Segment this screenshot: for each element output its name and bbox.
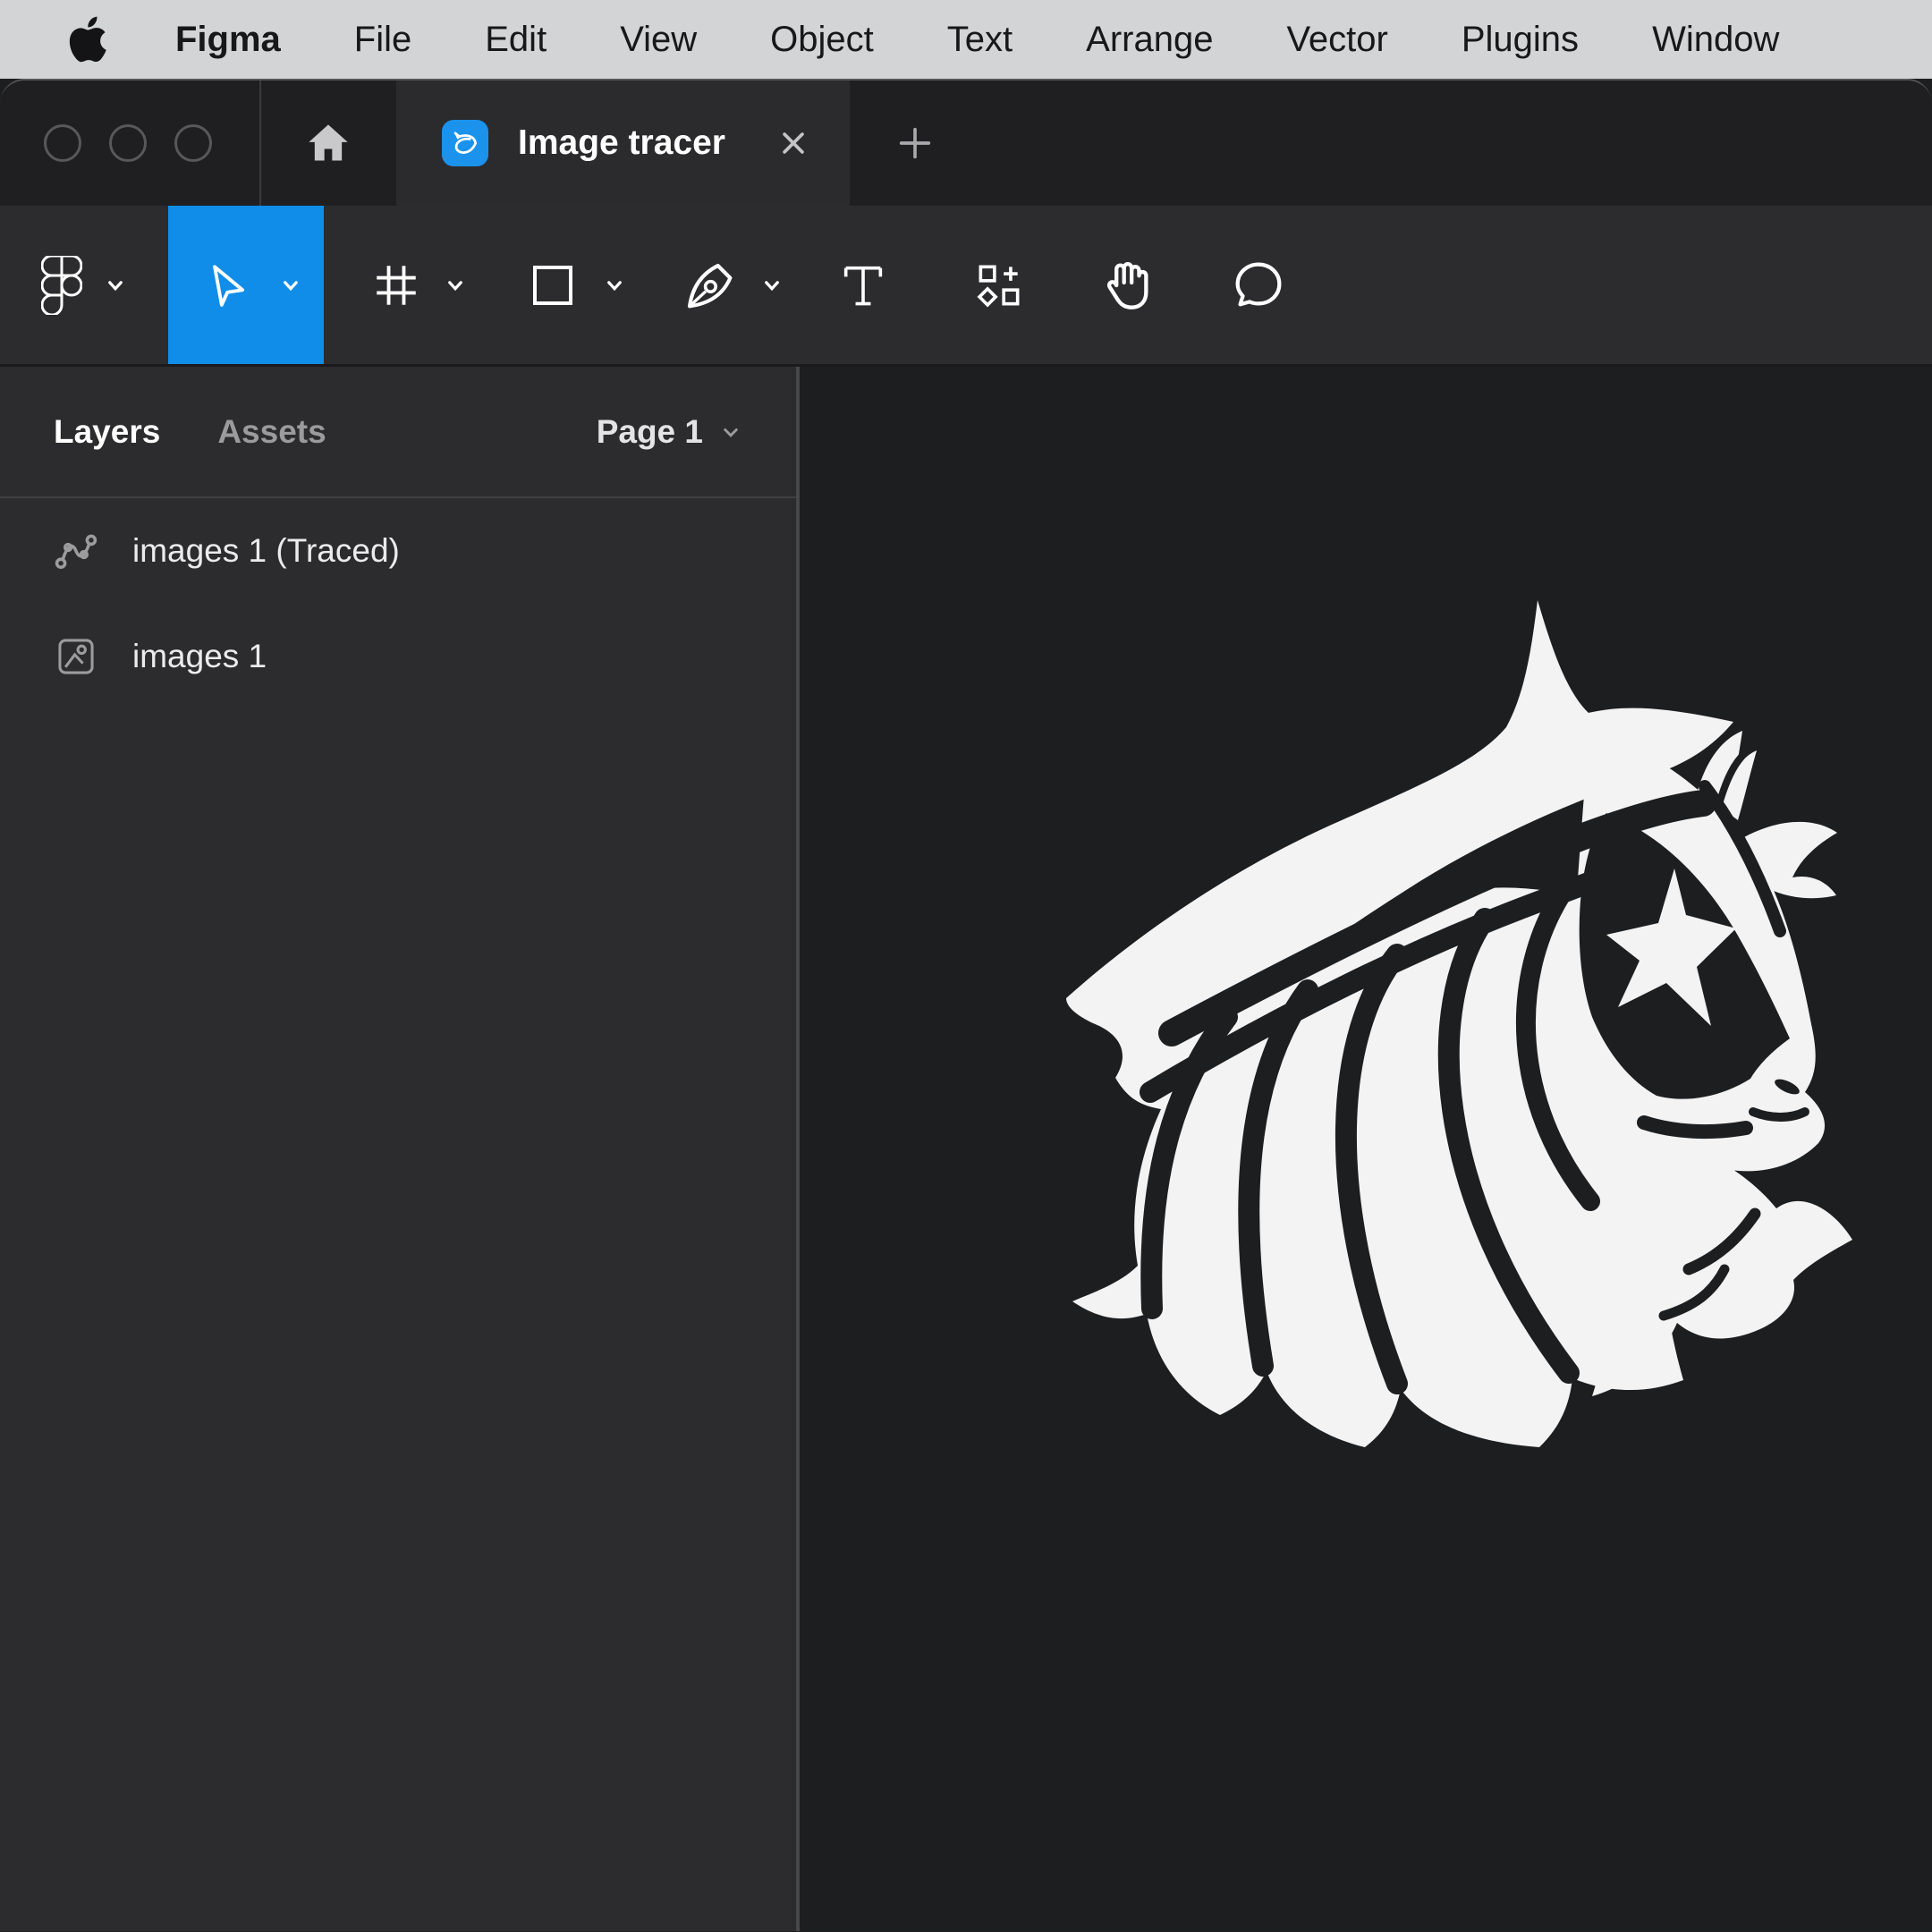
new-tab-button[interactable] <box>887 80 943 206</box>
macos-menubar: Figma File Edit View Object Text Arrange… <box>0 0 1932 79</box>
chevron-down-icon <box>717 419 744 445</box>
main-menu-button[interactable] <box>41 206 129 364</box>
panel-header: Layers Assets Page 1 <box>0 367 796 498</box>
plus-icon <box>894 123 936 164</box>
shape-tool-button[interactable] <box>526 206 628 364</box>
page-selector-label: Page 1 <box>597 413 703 451</box>
window-controls <box>44 80 212 206</box>
close-window-button[interactable] <box>44 124 81 162</box>
rectangle-icon <box>526 258 580 312</box>
comment-icon <box>1227 254 1290 317</box>
zoom-window-button[interactable] <box>174 124 212 162</box>
text-icon <box>837 259 889 311</box>
figma-logo-icon <box>41 256 82 315</box>
chevron-down-icon <box>102 272 129 299</box>
hand-icon <box>1093 252 1159 318</box>
tab-layers[interactable]: Layers <box>54 413 160 451</box>
home-button[interactable] <box>259 80 396 206</box>
move-tool-button[interactable] <box>199 206 304 364</box>
image-tracer-plugin-icon <box>442 120 488 166</box>
apple-logo-icon[interactable] <box>63 14 110 64</box>
layer-row-traced[interactable]: images 1 (Traced) <box>0 498 796 604</box>
chevron-down-icon <box>277 272 304 299</box>
menu-view[interactable]: View <box>583 20 733 60</box>
resources-icon <box>971 258 1027 313</box>
tab-title: Image tracer <box>518 123 725 163</box>
comment-tool-button[interactable] <box>1227 206 1290 364</box>
frame-icon <box>370 259 422 311</box>
image-icon <box>50 634 102 679</box>
pen-tool-button[interactable] <box>680 206 785 364</box>
toolbar <box>0 206 1932 367</box>
pen-icon <box>680 256 739 315</box>
menu-object[interactable]: Object <box>733 20 911 60</box>
chevron-down-icon <box>601 272 628 299</box>
menu-plugins[interactable]: Plugins <box>1425 20 1615 60</box>
lion-logo-artwork <box>1038 586 1905 1512</box>
vector-trace-icon <box>50 525 102 577</box>
cursor-icon <box>199 258 254 313</box>
tab-assets[interactable]: Assets <box>217 413 326 451</box>
close-tab-button[interactable] <box>778 127 810 159</box>
close-icon <box>778 128 809 158</box>
layer-row-image[interactable]: images 1 <box>0 604 796 709</box>
tab-bar: Image tracer <box>0 80 1932 206</box>
layer-name: images 1 <box>132 638 267 675</box>
menu-file[interactable]: File <box>318 20 448 60</box>
hand-tool-button[interactable] <box>1093 206 1159 364</box>
chevron-down-icon <box>758 272 785 299</box>
menu-figma[interactable]: Figma <box>139 20 318 60</box>
home-icon <box>305 120 352 166</box>
layer-name: images 1 (Traced) <box>132 532 400 570</box>
chevron-down-icon <box>442 272 469 299</box>
menu-vector[interactable]: Vector <box>1250 20 1424 60</box>
layers-panel: Layers Assets Page 1 <box>0 367 800 1931</box>
canvas[interactable] <box>800 367 1932 1931</box>
menu-text[interactable]: Text <box>911 20 1049 60</box>
figma-window: Image tracer <box>0 79 1932 1932</box>
frame-tool-button[interactable] <box>370 206 469 364</box>
menu-window[interactable]: Window <box>1615 20 1816 60</box>
menu-arrange[interactable]: Arrange <box>1049 20 1250 60</box>
text-tool-button[interactable] <box>837 206 889 364</box>
tab-image-tracer[interactable]: Image tracer <box>396 80 850 206</box>
page-selector[interactable]: Page 1 <box>597 413 744 451</box>
menu-edit[interactable]: Edit <box>448 20 583 60</box>
minimize-window-button[interactable] <box>109 124 147 162</box>
resources-button[interactable] <box>971 206 1027 364</box>
